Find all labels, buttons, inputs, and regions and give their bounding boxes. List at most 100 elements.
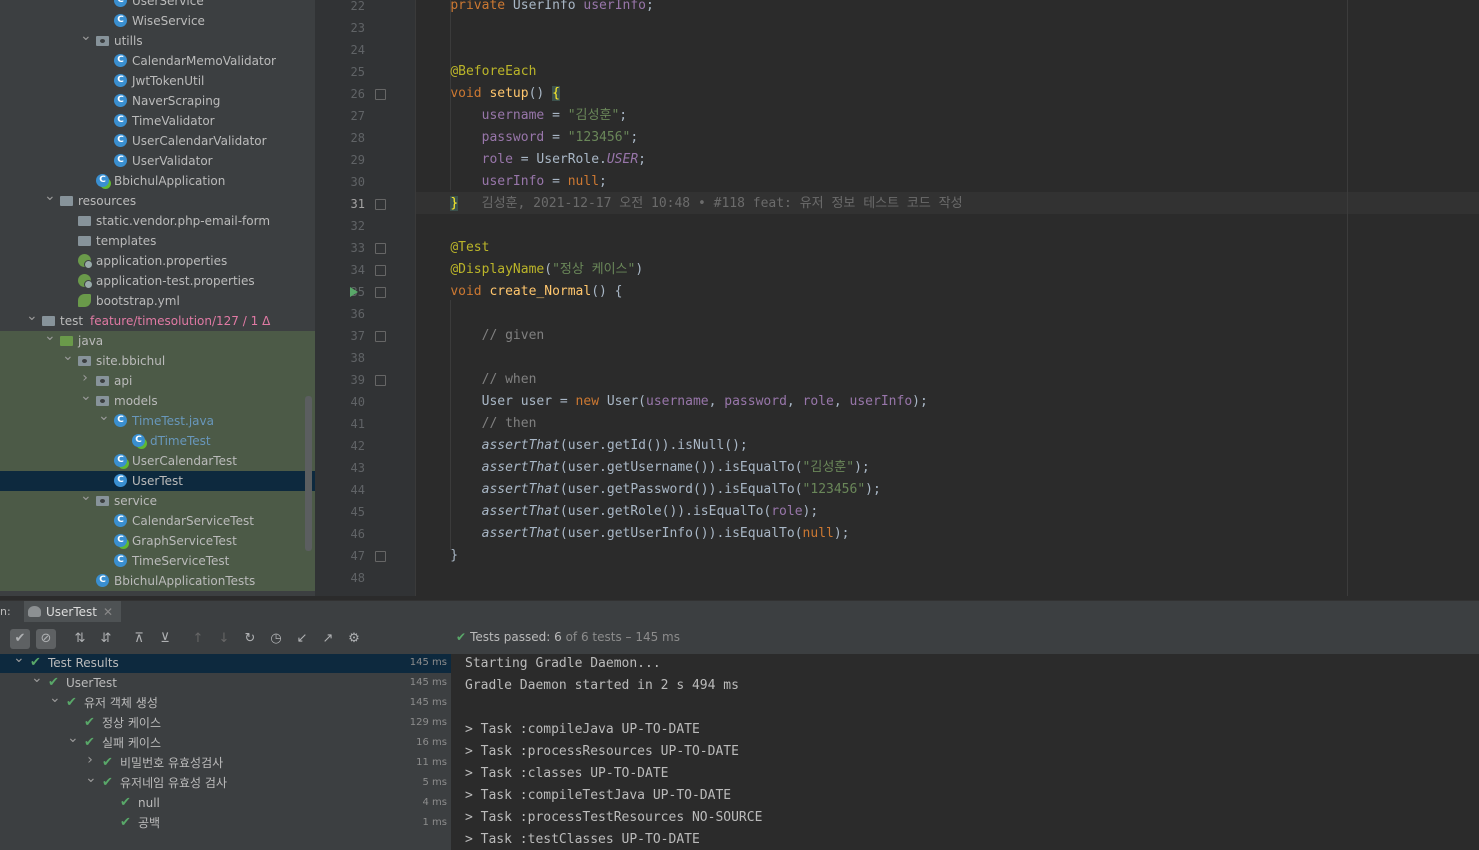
code-line[interactable]: User user = new User(username, password,… (419, 391, 928, 413)
project-scrollbar[interactable] (305, 396, 312, 551)
expand-all-button[interactable]: ⊼ (129, 629, 149, 649)
code-line[interactable]: // when (419, 369, 537, 391)
chevron-down-icon[interactable]: ⌄ (44, 329, 56, 343)
fold-marker-icon[interactable] (375, 331, 386, 342)
tree-item[interactable]: C JwtTokenUtil (0, 71, 315, 91)
tree-item[interactable]: ⌄ site.bbichul (0, 349, 315, 371)
chevron-down-icon[interactable]: ⌄ (31, 671, 43, 685)
sort-alphabetically-button[interactable]: ⇅ (70, 629, 90, 649)
code-editor[interactable]: 22 23 24 25 26 27 28 29 30 31 32 33 34 35 36 37 38 39 40 41… (315, 0, 1479, 596)
tree-item[interactable]: static.vendor.php-email-form (0, 211, 315, 231)
code-line[interactable]: password = "123456"; (419, 127, 639, 149)
tree-item[interactable]: application.properties (0, 251, 315, 271)
run-test-icon[interactable] (350, 287, 358, 297)
chevron-down-icon[interactable]: ⌄ (13, 654, 25, 665)
tree-item[interactable]: C UserService (0, 0, 315, 11)
run-tab-usertest[interactable]: UserTest ✕ (24, 601, 122, 623)
close-icon[interactable]: ✕ (103, 605, 113, 619)
tree-item[interactable]: application-test.properties (0, 271, 315, 291)
code-line[interactable]: @BeforeEach (419, 61, 536, 83)
chevron-down-icon[interactable]: ⌄ (62, 349, 74, 363)
console-output[interactable]: Starting Gradle Daemon... Gradle Daemon s… (452, 654, 1479, 850)
collapse-all-button[interactable]: ⊻ (155, 629, 175, 649)
previous-failed-button[interactable]: ↑ (188, 629, 208, 649)
tree-item[interactable]: C UserCalendarValidator (0, 131, 315, 151)
chevron-down-icon[interactable]: ⌄ (49, 691, 61, 705)
chevron-down-icon[interactable]: ⌄ (80, 489, 92, 503)
tree-item[interactable]: templates (0, 231, 315, 251)
code-line[interactable]: @Test (419, 237, 489, 259)
tree-item[interactable]: C CalendarMemoValidator (0, 51, 315, 71)
fold-marker-icon[interactable] (375, 89, 386, 100)
sort-by-duration-button[interactable]: ⇵ (96, 629, 116, 649)
tree-item[interactable]: C CalendarServiceTest (0, 511, 315, 531)
test-result-row[interactable]: › ✔ 비밀번호 유효성검사 11 ms (0, 753, 451, 773)
tree-item[interactable]: ⌄ utills (0, 29, 315, 51)
test-history-button[interactable]: ◷ (266, 629, 286, 649)
fold-marker-icon[interactable] (375, 375, 386, 386)
chevron-down-icon[interactable]: ⌄ (85, 771, 97, 785)
test-result-row[interactable]: ✔ 공백 1 ms (0, 813, 451, 833)
code-line[interactable]: void create_Normal() { (419, 281, 622, 303)
next-failed-button[interactable]: ↓ (214, 629, 234, 649)
show-ignored-button[interactable]: ⊘ (36, 629, 56, 649)
chevron-right-icon[interactable]: › (85, 753, 95, 767)
chevron-down-icon[interactable]: ⌄ (44, 189, 56, 203)
tree-item[interactable]: ⌄ resources (0, 189, 315, 211)
chevron-down-icon[interactable]: ⌄ (80, 29, 92, 43)
code-line[interactable]: role = UserRole.USER; (419, 149, 646, 171)
rerun-button[interactable]: ↻ (240, 629, 260, 649)
fold-marker-icon[interactable] (375, 287, 386, 298)
tree-item[interactable]: CdTimeTest (0, 431, 315, 451)
tree-item[interactable]: C UserValidator (0, 151, 315, 171)
tree-item[interactable]: C BbichulApplicationTests (0, 571, 315, 591)
code-line[interactable]: assertThat(user.getUserInfo()).isEqualTo… (419, 523, 850, 545)
tree-item[interactable]: C BbichulApplication (0, 171, 315, 191)
test-result-row[interactable]: ⌄ ✔ 유저네임 유효성 검사 5 ms (0, 771, 451, 793)
tree-item[interactable]: ⌄ java (0, 329, 315, 351)
code-line[interactable]: } (419, 545, 458, 567)
code-line[interactable]: username = "김성훈"; (419, 105, 627, 127)
code-line[interactable]: assertThat(user.getId()).isNull(); (419, 435, 748, 457)
chevron-right-icon[interactable]: › (80, 371, 90, 385)
chevron-down-icon[interactable]: ⌄ (67, 731, 79, 745)
code-line[interactable]: assertThat(user.getUsername()).isEqualTo… (419, 457, 870, 479)
tree-item[interactable]: C UserCalendarTest (0, 451, 315, 471)
project-tool-window[interactable]: C BbichulApplicationTests C TimeServiceTest… (0, 0, 315, 596)
tree-item[interactable]: C GraphServiceTest (0, 531, 315, 551)
tree-item[interactable]: C UserTest (0, 471, 315, 491)
tree-item[interactable]: ⌄ C TimeTest.java (0, 409, 315, 431)
tree-item[interactable]: C WiseService (0, 11, 315, 31)
test-result-row[interactable]: ⌄ ✔ Test Results 145 ms (0, 654, 451, 673)
tree-item[interactable]: C TimeServiceTest (0, 551, 315, 571)
export-tests-button[interactable]: ↗ (318, 629, 338, 649)
code-line[interactable]: void setup() { (419, 83, 560, 105)
import-tests-button[interactable]: ↙ (292, 629, 312, 649)
tree-item[interactable]: ⌄ service (0, 489, 315, 511)
test-results-tree[interactable]: ⌄ ✔ Test Results 145 ms ⌄ ✔ UserTest 145 ms ⌄ ✔ 유저… (0, 654, 452, 850)
fold-marker-icon[interactable] (375, 243, 386, 254)
chevron-down-icon[interactable]: ⌄ (26, 309, 38, 323)
tree-item[interactable]: ⌄ models (0, 389, 315, 411)
show-passed-button[interactable]: ✔ (10, 629, 30, 649)
tree-item[interactable]: C TimeValidator (0, 111, 315, 131)
fold-marker-icon[interactable] (375, 551, 386, 562)
test-result-row[interactable]: ⌄ ✔ 유저 객체 생성 145 ms (0, 691, 451, 713)
code-line[interactable]: } 김성훈, 2021-12-17 오전 10:48 • #118 feat: … (419, 193, 963, 215)
chevron-down-icon[interactable]: ⌄ (80, 389, 92, 403)
code-line[interactable]: private UserInfo userInfo; (419, 0, 654, 17)
tree-item[interactable]: ⌄ test feature/timesolution/127 / 1 Δ (0, 309, 315, 331)
test-result-row[interactable]: ⌄ ✔ UserTest 145 ms (0, 671, 451, 693)
code-line[interactable]: // given (419, 325, 545, 347)
settings-button[interactable]: ⚙ (344, 629, 364, 649)
tree-item[interactable]: C NaverScraping (0, 91, 315, 111)
tree-item[interactable]: › api (0, 371, 315, 391)
fold-marker-icon[interactable] (375, 199, 386, 210)
code-line[interactable]: @DisplayName("정상 케이스") (419, 259, 643, 281)
editor-gutter[interactable]: 22 23 24 25 26 27 28 29 30 31 32 33 34 35 36 37 38 39 40 41… (315, 0, 416, 596)
test-result-row[interactable]: ✔ null 4 ms (0, 793, 451, 813)
tree-item[interactable]: bootstrap.yml (0, 291, 315, 311)
chevron-down-icon[interactable]: ⌄ (98, 409, 110, 423)
test-result-row[interactable]: ⌄ ✔ 실패 케이스 16 ms (0, 731, 451, 753)
code-line[interactable]: userInfo = null; (419, 171, 607, 193)
